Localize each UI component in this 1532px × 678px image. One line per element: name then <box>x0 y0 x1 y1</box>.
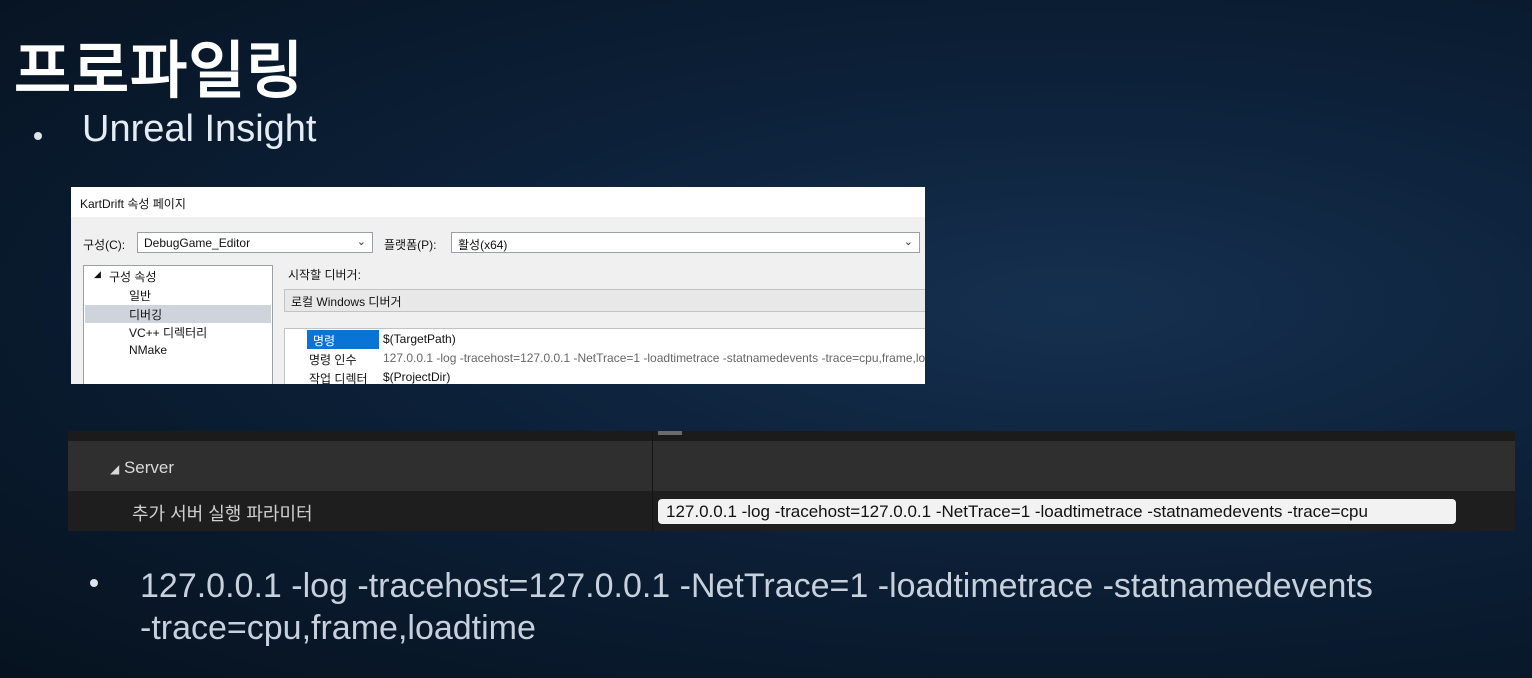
bullet-line-2: -trace=cpu,frame,loadtime <box>140 609 536 647</box>
grid-row-command-arguments[interactable]: 명령 인수 127.0.0.1 -log -tracehost=127.0.0.… <box>285 349 925 368</box>
bullet-text: 127.0.0.1 -log -tracehost=127.0.0.1 -Net… <box>140 565 1440 649</box>
grid-key: 작업 디렉터 <box>309 372 368 384</box>
slide-title: 프로파일링 <box>14 34 305 107</box>
debug-property-grid: 명령 $(TargetPath) 명령 인수 127.0.0.1 -log -t… <box>284 328 925 384</box>
platform-value: 활성(x64) <box>458 238 508 252</box>
column-divider <box>652 431 653 531</box>
property-tree[interactable]: ◢ 구성 속성 일반 디버깅 VC++ 디렉터리 NMake <box>83 265 273 384</box>
unreal-settings-panel: ◢ Server 추가 서버 실행 파라미터 127.0.0.1 -log -t… <box>68 431 1515 531</box>
bullet-text: Unreal Insight <box>82 108 317 150</box>
debugger-value: 로컬 Windows 디버거 <box>291 295 402 309</box>
category-row-server[interactable]: ◢ Server <box>68 441 1515 491</box>
server-params-input[interactable]: 127.0.0.1 -log -tracehost=127.0.0.1 -Net… <box>658 499 1456 524</box>
config-value: DebugGame_Editor <box>144 236 251 250</box>
category-label: Server <box>123 458 175 477</box>
property-label: 추가 서버 실행 파라미터 <box>132 504 313 524</box>
tree-selection-highlight <box>85 305 271 323</box>
tree-item-vc-directories[interactable]: VC++ 디렉터리 <box>129 324 207 341</box>
chevron-down-icon: ⌄ <box>356 236 366 248</box>
grid-key: 명령 인수 <box>309 353 357 367</box>
config-label: 구성(C): <box>83 238 126 252</box>
vs-titlebar: KartDrift 속성 페이지 <box>71 187 925 217</box>
grid-value: 127.0.0.1 -log -tracehost=127.0.0.1 -Net… <box>383 351 925 365</box>
bullet-unreal-insight: Unreal Insight <box>34 108 316 151</box>
collapse-triangle-icon: ◢ <box>110 462 120 476</box>
grid-value: $(TargetPath) <box>383 332 456 346</box>
tree-root-config-properties[interactable]: 구성 속성 <box>109 268 157 285</box>
debugger-label: 시작할 디버거: <box>288 268 361 282</box>
platform-dropdown[interactable]: 활성(x64) ⌄ <box>451 232 920 253</box>
category-header: ◢ Server <box>110 458 174 478</box>
tree-item-general[interactable]: 일반 <box>129 287 151 304</box>
panel-top-bar <box>68 431 1515 441</box>
tree-item-nmake[interactable]: NMake <box>129 343 167 357</box>
grid-row-command[interactable]: 명령 $(TargetPath) <box>285 330 925 349</box>
splitter-handle[interactable] <box>658 431 682 435</box>
debugger-select[interactable]: 로컬 Windows 디버거 <box>284 289 925 312</box>
collapse-triangle-icon[interactable]: ◢ <box>94 269 101 280</box>
tree-item-debugging[interactable]: 디버깅 <box>129 306 162 323</box>
grid-key: 명령 <box>307 330 379 349</box>
property-row-extra-server-params: 추가 서버 실행 파라미터 127.0.0.1 -log -tracehost=… <box>68 491 1515 531</box>
bullet-line-1: 127.0.0.1 -log -tracehost=127.0.0.1 -Net… <box>140 567 1373 605</box>
vs-property-page: KartDrift 속성 페이지 구성(C): DebugGame_Editor… <box>71 187 925 384</box>
chevron-down-icon: ⌄ <box>903 236 913 248</box>
grid-row-working-directory[interactable]: 작업 디렉터 $(ProjectDir) <box>285 368 925 384</box>
vs-window-title: KartDrift 속성 페이지 <box>80 197 186 211</box>
config-dropdown[interactable]: DebugGame_Editor ⌄ <box>137 232 373 253</box>
bullet-dot-icon <box>90 579 98 587</box>
platform-label: 플랫폼(P): <box>384 238 437 252</box>
bullet-dot-icon <box>34 132 42 140</box>
grid-value: $(ProjectDir) <box>383 370 451 384</box>
bullet-command-line: 127.0.0.1 -log -tracehost=127.0.0.1 -Net… <box>90 565 1440 649</box>
